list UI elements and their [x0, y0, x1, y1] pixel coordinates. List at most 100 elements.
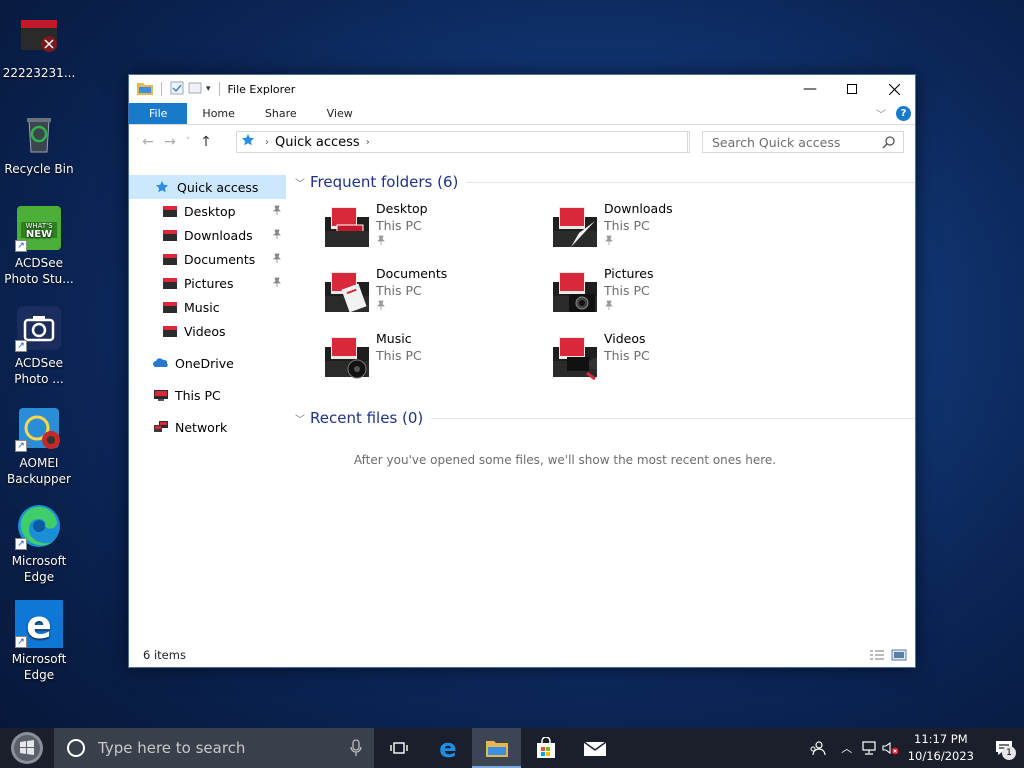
action-center-button[interactable]: 1	[984, 728, 1024, 768]
folder-tile-downloads[interactable]: Downloads This PC	[551, 199, 761, 261]
breadcrumb-chevron-icon[interactable]: ›	[366, 137, 370, 148]
folder-tile-desktop[interactable]: Desktop This PC	[323, 199, 533, 261]
recent-files-header[interactable]: ﹀ Recent files (0)	[295, 407, 915, 429]
close-button[interactable]	[873, 75, 915, 103]
folder-location: This PC	[376, 218, 422, 233]
nav-item-network[interactable]: Network	[129, 415, 286, 439]
pin-icon[interactable]	[376, 299, 447, 313]
breadcrumb-quick-access[interactable]: Quick access	[275, 135, 360, 150]
folder-name: Desktop	[376, 201, 428, 216]
taskbar-edge-button[interactable]: e	[423, 728, 472, 768]
nav-item-music[interactable]: Music	[129, 295, 286, 319]
back-button[interactable]: ←	[137, 134, 159, 150]
shortcut-arrow-icon: ↗	[15, 636, 27, 648]
nav-item-downloads[interactable]: Downloads	[129, 223, 286, 247]
music-folder-icon	[162, 300, 178, 314]
task-view-button[interactable]	[374, 728, 423, 768]
maximize-button[interactable]	[831, 75, 873, 103]
desktop-icon-label: ACDSee Photo Stu...	[4, 256, 74, 286]
nav-item-label: Pictures	[184, 275, 234, 291]
desktop-icon-edge-legacy[interactable]: e ↗ Microsoft Edge	[2, 600, 76, 683]
up-button[interactable]: ↑	[195, 134, 217, 150]
pictures-folder-icon	[162, 276, 178, 290]
frequent-folders-header[interactable]: ﹀ Frequent folders (6)	[295, 171, 915, 193]
properties-icon[interactable]	[170, 81, 184, 98]
taskbar-search-box[interactable]: Type here to search	[54, 728, 374, 768]
details-view-icon[interactable]	[869, 649, 885, 664]
microphone-icon[interactable]	[350, 739, 362, 757]
desktop-icon-acdsee-photo[interactable]: ↗ ACDSee Photo ...	[2, 304, 76, 387]
minimize-button[interactable]: —	[789, 75, 831, 103]
file-explorer-window[interactable]: ▾ File Explorer — File Home Share View ﹀…	[128, 74, 916, 668]
nav-item-documents[interactable]: Documents	[129, 247, 286, 271]
pin-icon[interactable]	[272, 275, 282, 290]
taskbar-clock[interactable]: 11:17 PM 10/16/2023	[908, 731, 974, 765]
folder-tile-videos[interactable]: Videos This PC	[551, 329, 761, 391]
nav-item-pictures[interactable]: Pictures	[129, 271, 286, 295]
nav-item-quick-access[interactable]: Quick access	[129, 175, 286, 199]
pin-icon[interactable]	[376, 234, 428, 248]
desktop-icon-aomei-backupper[interactable]: ↗ AOMEI Backupper	[2, 404, 76, 487]
nav-item-label: Videos	[184, 323, 226, 339]
title-bar[interactable]: ▾ File Explorer —	[129, 75, 915, 103]
new-folder-icon[interactable]	[188, 81, 202, 98]
folder-tile-documents[interactable]: Documents This PC	[323, 264, 533, 326]
taskbar-search-placeholder: Type here to search	[98, 739, 246, 757]
recent-locations-chevron-icon[interactable]: ˅	[181, 137, 195, 147]
large-icons-view-icon[interactable]	[891, 649, 907, 664]
tab-home[interactable]: Home	[187, 103, 249, 124]
file-thumbnail-icon	[15, 14, 63, 62]
folder-name: Music	[376, 331, 412, 346]
svg-text:e: e	[26, 603, 52, 647]
nav-item-label: Downloads	[184, 227, 253, 243]
folder-tile-pictures[interactable]: Pictures This PC	[551, 264, 761, 326]
chevron-up-icon: ︿	[841, 742, 853, 755]
taskbar-mail-button[interactable]	[570, 728, 619, 768]
edge-legacy-icon: e	[439, 736, 457, 760]
nav-item-videos[interactable]: Videos	[129, 319, 286, 343]
pin-icon[interactable]	[272, 227, 282, 242]
pin-icon[interactable]	[272, 203, 282, 218]
network-status-button[interactable]	[858, 741, 880, 755]
svg-text:e: e	[439, 736, 457, 760]
frequent-folders-title: Frequent folders (6)	[310, 173, 459, 191]
documents-folder-icon	[323, 268, 371, 316]
nav-item-label: Desktop	[184, 203, 236, 219]
customize-toolbar-chevron-icon[interactable]: ▾	[206, 84, 211, 94]
search-input[interactable]: Search Quick access	[702, 131, 904, 153]
start-button[interactable]	[0, 728, 54, 768]
address-field[interactable]: › Quick access ›	[236, 131, 688, 153]
show-hidden-icons-button[interactable]: ︿	[836, 740, 858, 756]
people-button[interactable]	[800, 740, 836, 756]
taskbar-store-button[interactable]	[521, 728, 570, 768]
tab-view[interactable]: View	[312, 103, 368, 124]
desktop-icon-file[interactable]: 22223231...	[2, 14, 76, 81]
desktop-icon-recycle-bin[interactable]: Recycle Bin	[2, 110, 76, 177]
pin-icon[interactable]	[604, 234, 673, 248]
taskbar-file-explorer-button[interactable]	[472, 728, 521, 768]
nav-item-label: OneDrive	[175, 355, 234, 371]
nav-item-this-pc[interactable]: This PC	[129, 383, 286, 407]
expand-ribbon-chevron-icon[interactable]: ﹀	[876, 106, 886, 121]
desktop-icon-edge-new[interactable]: ↗ Microsoft Edge	[2, 502, 76, 585]
pin-icon[interactable]	[272, 251, 282, 266]
pin-icon[interactable]	[604, 299, 654, 313]
chevron-down-icon[interactable]: ﹀	[295, 411, 305, 426]
tab-share[interactable]: Share	[250, 103, 312, 124]
nav-item-onedrive[interactable]: OneDrive	[129, 351, 286, 375]
recent-files-empty-message: After you've opened some files, we'll sh…	[353, 453, 777, 467]
tab-file[interactable]: File	[129, 103, 188, 124]
address-dropdown-button[interactable]	[672, 131, 690, 153]
file-explorer-icon	[137, 81, 153, 98]
system-tray: ︿ 11:17 PM 10/16/2023 1	[800, 728, 1024, 768]
nav-item-desktop[interactable]: Desktop	[129, 199, 286, 223]
desktop-icon-acdsee-studio[interactable]: WHAT'S NEW ↗ ACDSee Photo Stu...	[2, 204, 76, 287]
volume-button[interactable]	[880, 741, 902, 755]
breadcrumb-chevron-icon[interactable]: ›	[265, 137, 269, 148]
folder-tile-music[interactable]: Music This PC	[323, 329, 533, 391]
nav-item-label: This PC	[175, 387, 221, 403]
help-icon[interactable]: ?	[896, 106, 911, 121]
chevron-down-icon[interactable]: ﹀	[295, 175, 305, 190]
task-view-icon	[389, 742, 408, 754]
forward-button[interactable]: →	[159, 134, 181, 150]
